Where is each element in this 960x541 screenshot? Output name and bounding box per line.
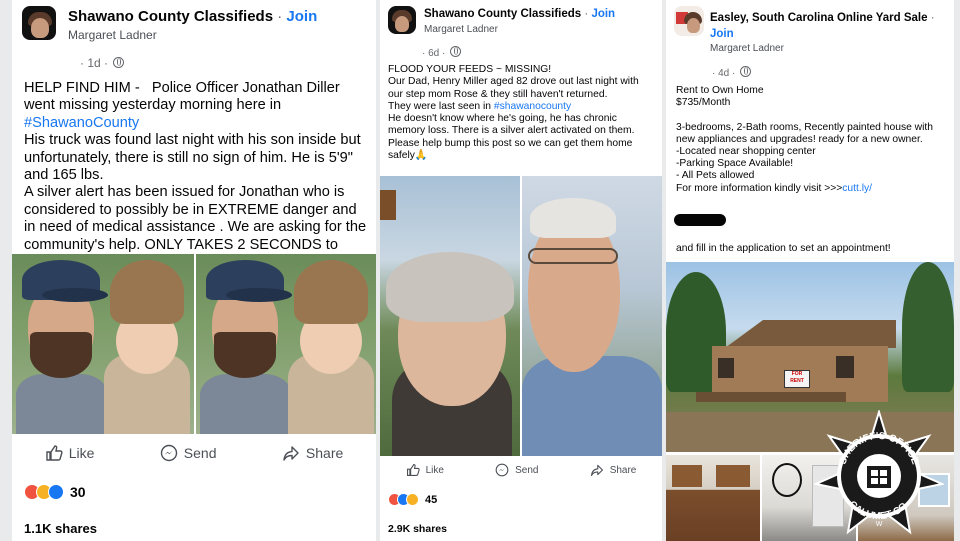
reaction-summary[interactable]: 45 bbox=[388, 493, 437, 506]
action-bar: Like Send Share bbox=[12, 444, 376, 462]
group-name-link[interactable]: Shawano County Classifieds bbox=[424, 8, 581, 20]
post-header: Shawano County Classifieds · Join Margar… bbox=[388, 6, 656, 46]
thumbs-up-icon bbox=[406, 464, 420, 476]
post-header: Shawano County Classifieds · Join Margar… bbox=[22, 6, 370, 46]
post-photo-kitchen[interactable] bbox=[666, 455, 760, 541]
reaction-count: 30 bbox=[70, 484, 86, 500]
join-button[interactable]: Join bbox=[710, 28, 734, 40]
shortened-link[interactable]: cutt.ly/ bbox=[842, 183, 872, 194]
globe-icon bbox=[450, 46, 462, 57]
like-button[interactable]: Like bbox=[45, 444, 94, 462]
post-photo-right[interactable] bbox=[522, 176, 662, 456]
post-text: FLOOD YOUR FEEDS ~ MISSING! Our Dad, Hen… bbox=[388, 64, 639, 162]
post-header: Easley, South Carolina Online Yard Sale … bbox=[674, 6, 948, 54]
post-card-officer: Shawano County Classifieds · Join Margar… bbox=[12, 0, 376, 541]
post-text-continued: and fill in the application to set an ap… bbox=[676, 243, 891, 254]
sheriff-star-badge-icon: SHERIFF'S OFFICE CALUMET CO. W bbox=[814, 410, 944, 535]
post-timestamp[interactable]: · 1d · bbox=[80, 56, 125, 70]
share-button[interactable]: Share bbox=[590, 463, 636, 477]
thumbs-up-icon bbox=[46, 445, 63, 461]
like-button[interactable]: Like bbox=[406, 463, 444, 477]
group-name-link[interactable]: Easley, South Carolina Online Yard Sale bbox=[710, 12, 928, 24]
author-name[interactable]: Margaret Ladner bbox=[68, 28, 157, 42]
share-button[interactable]: Share bbox=[282, 444, 343, 462]
redaction-bar bbox=[674, 214, 726, 226]
sad-reaction-icon bbox=[406, 493, 419, 506]
group-name-line: Shawano County Classifieds · Join bbox=[424, 8, 616, 20]
post-card-rent-to-own: Easley, South Carolina Online Yard Sale … bbox=[666, 0, 954, 541]
post-photo-left[interactable] bbox=[12, 254, 194, 434]
avatar[interactable] bbox=[388, 6, 416, 34]
hashtag-link[interactable]: #shawanocounty bbox=[494, 101, 571, 112]
avatar[interactable] bbox=[674, 6, 704, 36]
action-bar: Like Send Share bbox=[380, 463, 662, 477]
post-photo-left[interactable] bbox=[380, 176, 520, 456]
group-name-line: Shawano County Classifieds · Join bbox=[68, 8, 318, 25]
hashtag-link[interactable]: #ShawanoCounty bbox=[24, 115, 139, 131]
post-timestamp[interactable]: · 4d · bbox=[712, 66, 752, 79]
share-arrow-icon bbox=[590, 464, 603, 476]
badge-initial: W bbox=[876, 521, 883, 528]
author-name[interactable]: Margaret Ladner bbox=[710, 43, 784, 54]
globe-icon bbox=[113, 57, 125, 68]
avatar[interactable] bbox=[22, 6, 56, 40]
post-card-missing-couple: Shawano County Classifieds · Join Margar… bbox=[380, 0, 662, 541]
like-reaction-icon bbox=[48, 484, 64, 500]
author-name[interactable]: Margaret Ladner bbox=[424, 24, 498, 35]
send-button[interactable]: Send bbox=[495, 463, 539, 477]
share-count[interactable]: 2.9K shares bbox=[388, 523, 447, 535]
post-text: Rent to Own Home $735/Month 3-bedrooms, … bbox=[676, 85, 933, 194]
join-button[interactable]: Join bbox=[591, 8, 615, 20]
join-button[interactable]: Join bbox=[286, 8, 317, 25]
for-rent-sign: FOR RENT bbox=[784, 370, 810, 388]
messenger-icon bbox=[495, 463, 509, 477]
reaction-count: 45 bbox=[425, 493, 438, 506]
post-photo-right[interactable] bbox=[196, 254, 376, 434]
messenger-icon bbox=[160, 444, 177, 462]
reaction-summary[interactable]: 30 bbox=[24, 484, 86, 500]
globe-icon bbox=[740, 66, 752, 77]
post-timestamp[interactable]: · 6d · bbox=[422, 46, 462, 59]
group-name-link[interactable]: Shawano County Classifieds bbox=[68, 8, 273, 25]
share-count[interactable]: 1.1K shares bbox=[24, 521, 97, 536]
group-name-line: Easley, South Carolina Online Yard Sale … bbox=[710, 12, 935, 24]
share-arrow-icon bbox=[283, 446, 299, 461]
post-text: HELP FIND HIM - Police Officer Jonathan … bbox=[24, 80, 367, 270]
send-button[interactable]: Send bbox=[160, 444, 217, 462]
